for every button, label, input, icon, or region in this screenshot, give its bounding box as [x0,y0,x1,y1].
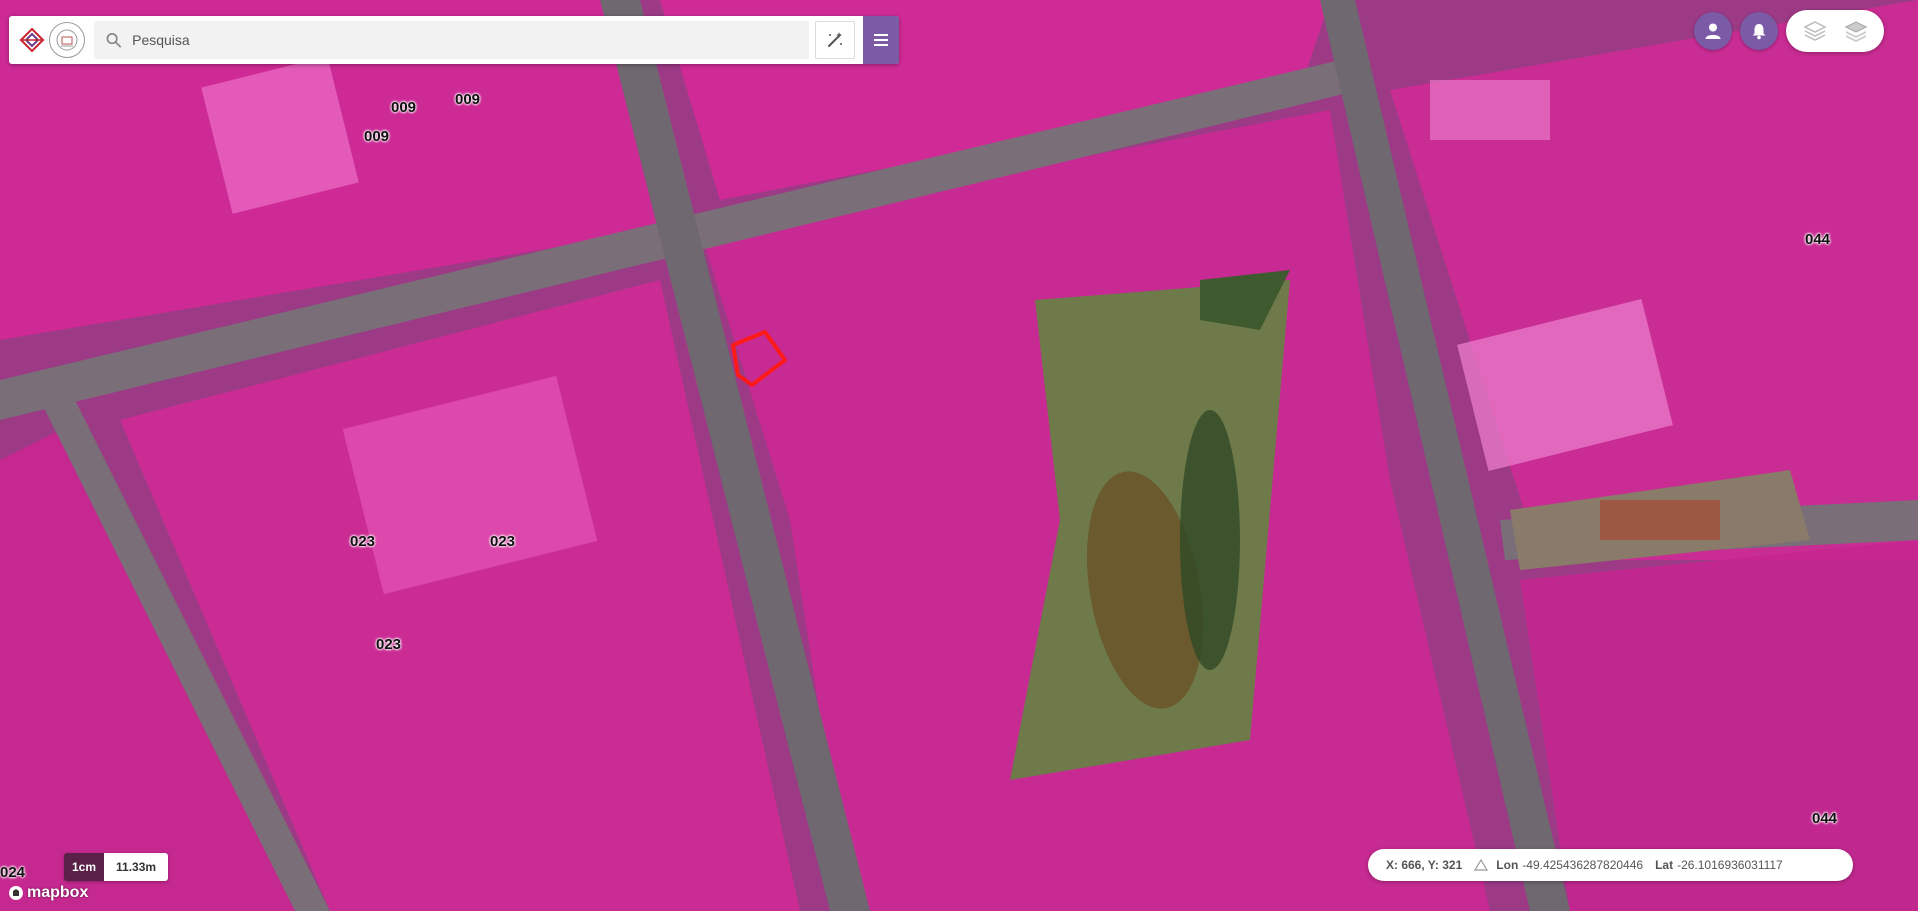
search-input[interactable] [130,31,809,49]
lat-value: -26.1016936031117 [1677,858,1783,872]
user-icon [1705,23,1721,39]
lon-value: -49.425436287820446 [1522,858,1644,872]
magic-tool-button[interactable] [815,21,855,59]
user-button[interactable] [1694,12,1732,50]
municipal-logo-icon [19,27,44,53]
mapbox-logo-icon [9,886,23,900]
logo-area[interactable] [9,16,94,64]
mapbox-attribution[interactable]: mapbox [8,884,88,902]
mapbox-brand: mapbox [27,884,89,901]
lot-label: 023 [350,533,376,550]
xy-readout: X: 666, Y: 321 [1386,858,1463,872]
north-arrow-icon [1474,859,1489,871]
lot-label: 024 [0,864,26,881]
bell-icon [1752,24,1766,40]
layer-switcher [1786,10,1884,52]
lot-label: 009 [364,128,390,145]
lot-label: 009 [455,91,481,108]
lot-label: 044 [1805,231,1831,248]
scale-value: 11.33m [104,853,169,881]
scale-unit: 1cm [64,853,105,881]
search-bar [9,16,899,64]
map-scale: 1cm 11.33m [64,853,169,881]
layers-outline-icon[interactable] [1802,18,1828,44]
lot-label: 009 [391,99,417,116]
notifications-button[interactable] [1740,12,1778,50]
hamburger-menu-icon [874,34,888,46]
lot-label: 044 [1812,810,1838,827]
lat-label: Lat [1655,858,1674,872]
lot-label: 023 [490,533,516,550]
aerial-map-layer [0,0,1918,911]
city-seal-icon [48,22,85,58]
lon-label: Lon [1496,858,1519,872]
lot-label: 023 [376,636,402,653]
search-icon [106,33,122,48]
menu-button[interactable] [863,16,899,64]
map-canvas[interactable]: 009 009 009 023 023 023 044 044 024 [0,0,1918,911]
search-box [94,21,809,59]
layers-icon[interactable] [1843,18,1869,44]
magic-wand-icon [828,32,842,47]
coordinates-readout: X: 666, Y: 321 Lon -49.425436287820446 L… [1368,849,1853,881]
